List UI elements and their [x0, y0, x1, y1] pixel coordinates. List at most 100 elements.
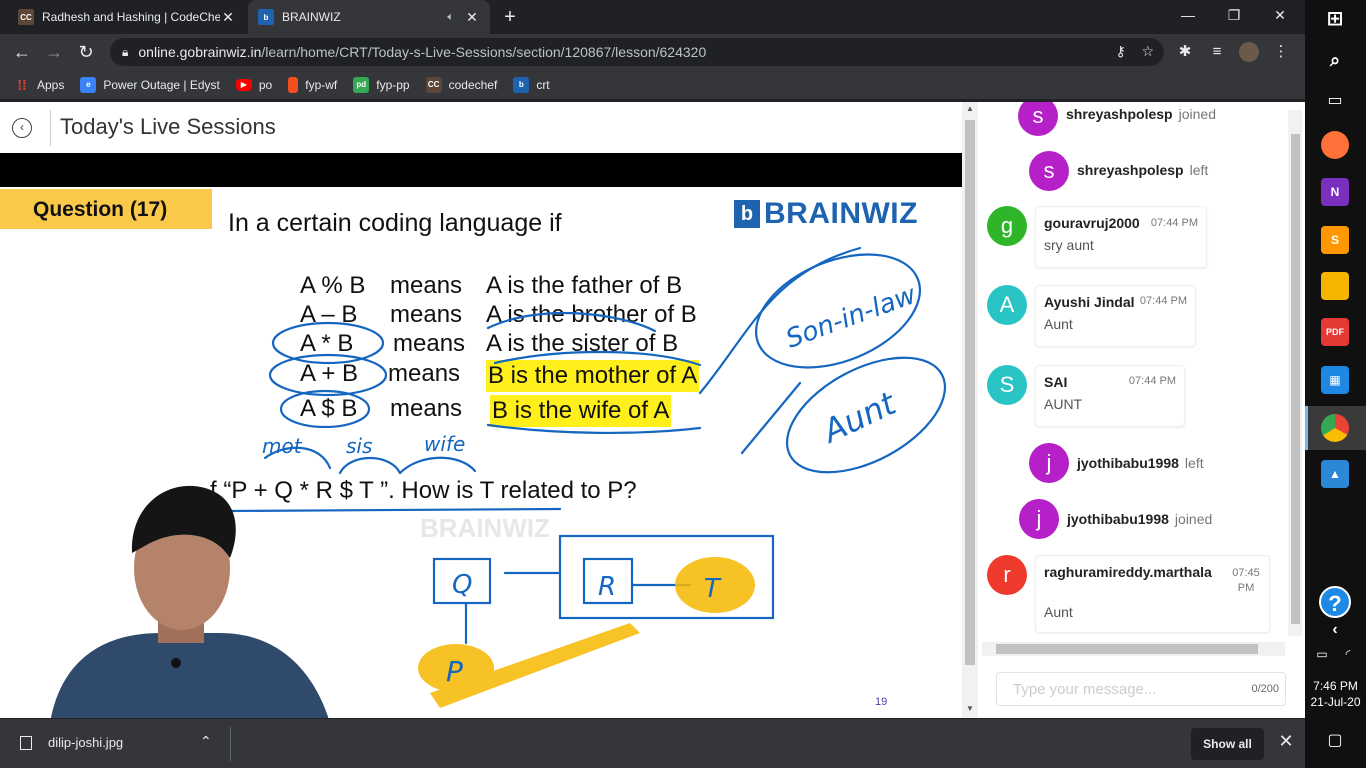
windows-start-icon[interactable]: ⊞ — [1321, 4, 1349, 32]
avatar: s — [1018, 102, 1058, 136]
chat-time: 07:44 PM — [1139, 295, 1187, 307]
notification-icon[interactable]: ▢ — [1321, 726, 1349, 754]
chat-scrollbar-thumb[interactable] — [1291, 134, 1300, 624]
omnibox-actions: ⚷ ☆ — [1116, 43, 1154, 60]
system-message: jyothibabu1998 left — [1077, 455, 1204, 472]
chat-username: jyothibabu1998 — [1077, 455, 1179, 471]
calculator-icon[interactable]: ▦ — [1321, 366, 1349, 394]
forward-button[interactable]: → — [40, 38, 68, 66]
chat-message: raghuramireddy.marthala 07:45 PM Aunt — [1035, 555, 1270, 633]
back-button[interactable]: ← — [8, 38, 36, 66]
download-divider — [230, 727, 231, 761]
ink-arrow-sis — [338, 456, 402, 475]
page-scrollbar[interactable]: ▲ ▼ — [962, 102, 978, 718]
minimize-button[interactable]: — — [1165, 0, 1211, 30]
close-window-button[interactable]: ✕ — [1257, 0, 1303, 30]
onenote-icon[interactable]: N — [1321, 178, 1349, 206]
tab-brainwiz[interactable]: b BRAINWIZ 🔈︎ ✕ — [248, 0, 490, 34]
chat-text: sry aunt — [1044, 237, 1094, 253]
scrollbar-thumb[interactable] — [965, 120, 975, 665]
close-download-bar-icon[interactable]: ✕ — [1274, 731, 1298, 752]
chat-message: Ayushi Jindal 07:44 PM Aunt — [1035, 285, 1196, 347]
bookmark-fyp-pp[interactable]: pd fyp-pp — [353, 76, 410, 93]
file-explorer-icon[interactable] — [1321, 272, 1349, 300]
chat-action: joined — [1174, 511, 1213, 527]
ink-label-aunt: Aunt — [816, 384, 903, 452]
taskbar-clock[interactable]: 7:46 PM 21-Jul-20 — [1305, 678, 1366, 710]
new-tab-button[interactable]: + — [498, 5, 522, 29]
tab-codechef[interactable]: CC Radhesh and Hashing | CodeChe ✕ — [8, 0, 246, 34]
pd-icon: pd — [353, 76, 370, 93]
file-icon — [20, 735, 32, 750]
extensions-icon[interactable]: ✱ — [1172, 38, 1198, 66]
video-player[interactable]: Question (17) In a certain coding langua… — [0, 153, 962, 718]
ink-arrow-brother — [486, 311, 657, 333]
profile-avatar[interactable] — [1236, 38, 1262, 66]
avatar: r — [987, 555, 1027, 595]
address-bar[interactable]: 🔒︎ online.gobrainwiz.in/learn/home/CRT/T… — [110, 38, 1164, 66]
download-filename: dilip-joshi.jpg — [48, 735, 124, 750]
reload-button[interactable]: ↻ — [72, 38, 100, 66]
chat-horizontal-scrollbar[interactable] — [982, 642, 1285, 656]
download-item[interactable]: dilip-joshi.jpg — [20, 735, 123, 750]
download-bar: dilip-joshi.jpg ⌃ Show all ✕ — [0, 718, 1305, 768]
presenter-shirt — [51, 633, 329, 718]
bookmarks-bar: ⁞⁞ Apps e Power Outage | Edyst ▶ po fyp-wf … — [0, 70, 1305, 100]
media-control-icon[interactable]: ≡ — [1204, 38, 1230, 66]
lock-icon[interactable]: 🔒︎ — [122, 45, 128, 60]
bookmark-po[interactable]: ▶ po — [235, 78, 272, 92]
bookmark-star-icon[interactable]: ☆ — [1141, 43, 1154, 59]
bookmark-label: codechef — [448, 77, 498, 92]
chat-scrollbar[interactable] — [1288, 110, 1302, 636]
bookmark-edyst[interactable]: e Power Outage | Edyst — [80, 76, 220, 93]
microphone-icon — [171, 658, 181, 668]
scroll-down-arrow-icon[interactable]: ▼ — [962, 704, 978, 713]
chat-input-placeholder: Type your message... — [1013, 681, 1157, 698]
tab-strip: CC Radhesh and Hashing | CodeChe ✕ b BRA… — [0, 0, 1305, 34]
chat-message: gouravruj2000 07:44 PM sry aunt — [1035, 206, 1207, 268]
url-path: /learn/home/CRT/Today-s-Live-Sessions/se… — [261, 44, 707, 60]
firefox-icon[interactable] — [1321, 131, 1349, 159]
chrome-icon[interactable] — [1321, 414, 1349, 442]
close-tab-icon[interactable]: ✕ — [464, 9, 480, 26]
ink-label-mot: mot — [262, 434, 303, 458]
bookmark-label: crt — [536, 77, 550, 92]
pdf-icon[interactable]: PDF — [1321, 318, 1349, 346]
close-tab-icon[interactable]: ✕ — [220, 9, 236, 26]
system-message: shreyashpolesp left — [1077, 162, 1208, 179]
chat-username: shreyashpolesp — [1077, 162, 1184, 178]
search-icon[interactable]: ⌕ — [1321, 46, 1349, 74]
scroll-up-arrow-icon[interactable]: ▲ — [962, 104, 978, 113]
menu-kebab-icon[interactable]: ⋮ — [1268, 38, 1294, 66]
tab-title: BRAINWIZ — [282, 10, 341, 24]
help-icon[interactable]: ? — [1319, 586, 1351, 618]
speaker-icon[interactable]: 🔈︎ — [447, 11, 454, 24]
show-all-button[interactable]: Show all — [1191, 728, 1264, 760]
char-counter: 0/200 — [1251, 683, 1279, 695]
chat-action: left — [1189, 162, 1209, 178]
sublime-icon[interactable]: S — [1321, 226, 1349, 254]
bookmark-label: Apps — [37, 77, 65, 92]
brainwiz-icon: b — [513, 76, 530, 93]
back-circle-icon[interactable]: ‹ — [12, 118, 32, 138]
chat-messages[interactable]: s shreyashpolesp joined s shreyashpolesp l… — [978, 102, 1305, 642]
ink-label-wife: wife — [424, 432, 465, 456]
chat-message-input[interactable]: Type your message... 0/200 — [996, 672, 1286, 706]
maximize-button[interactable]: ❐ — [1211, 0, 1257, 30]
photos-icon[interactable]: ▲ — [1321, 460, 1349, 488]
battery-icon[interactable]: ▭ — [1311, 640, 1333, 668]
edyst-icon: e — [80, 76, 97, 93]
ink-label-sis: sis — [346, 434, 372, 458]
chat-username: raghuramireddy.marthala — [1044, 564, 1212, 580]
bookmark-label: fyp-pp — [376, 77, 410, 92]
wifi-icon[interactable]: ◜ — [1337, 640, 1359, 668]
chat-hscroll-thumb[interactable] — [996, 644, 1258, 654]
bookmark-crt[interactable]: b crt — [513, 76, 550, 93]
bookmark-apps[interactable]: ⁞⁞ Apps — [14, 77, 64, 93]
chevron-up-icon[interactable]: ⌃ — [200, 733, 212, 750]
key-icon[interactable]: ⚷ — [1116, 43, 1126, 59]
bookmark-fyp-wf[interactable]: fyp-wf — [288, 76, 337, 93]
browser-toolbar: ← → ↻ 🔒︎ online.gobrainwiz.in/learn/home… — [0, 34, 1305, 70]
task-view-icon[interactable]: ▭ — [1321, 86, 1349, 114]
bookmark-codechef[interactable]: CC codechef — [425, 76, 498, 93]
